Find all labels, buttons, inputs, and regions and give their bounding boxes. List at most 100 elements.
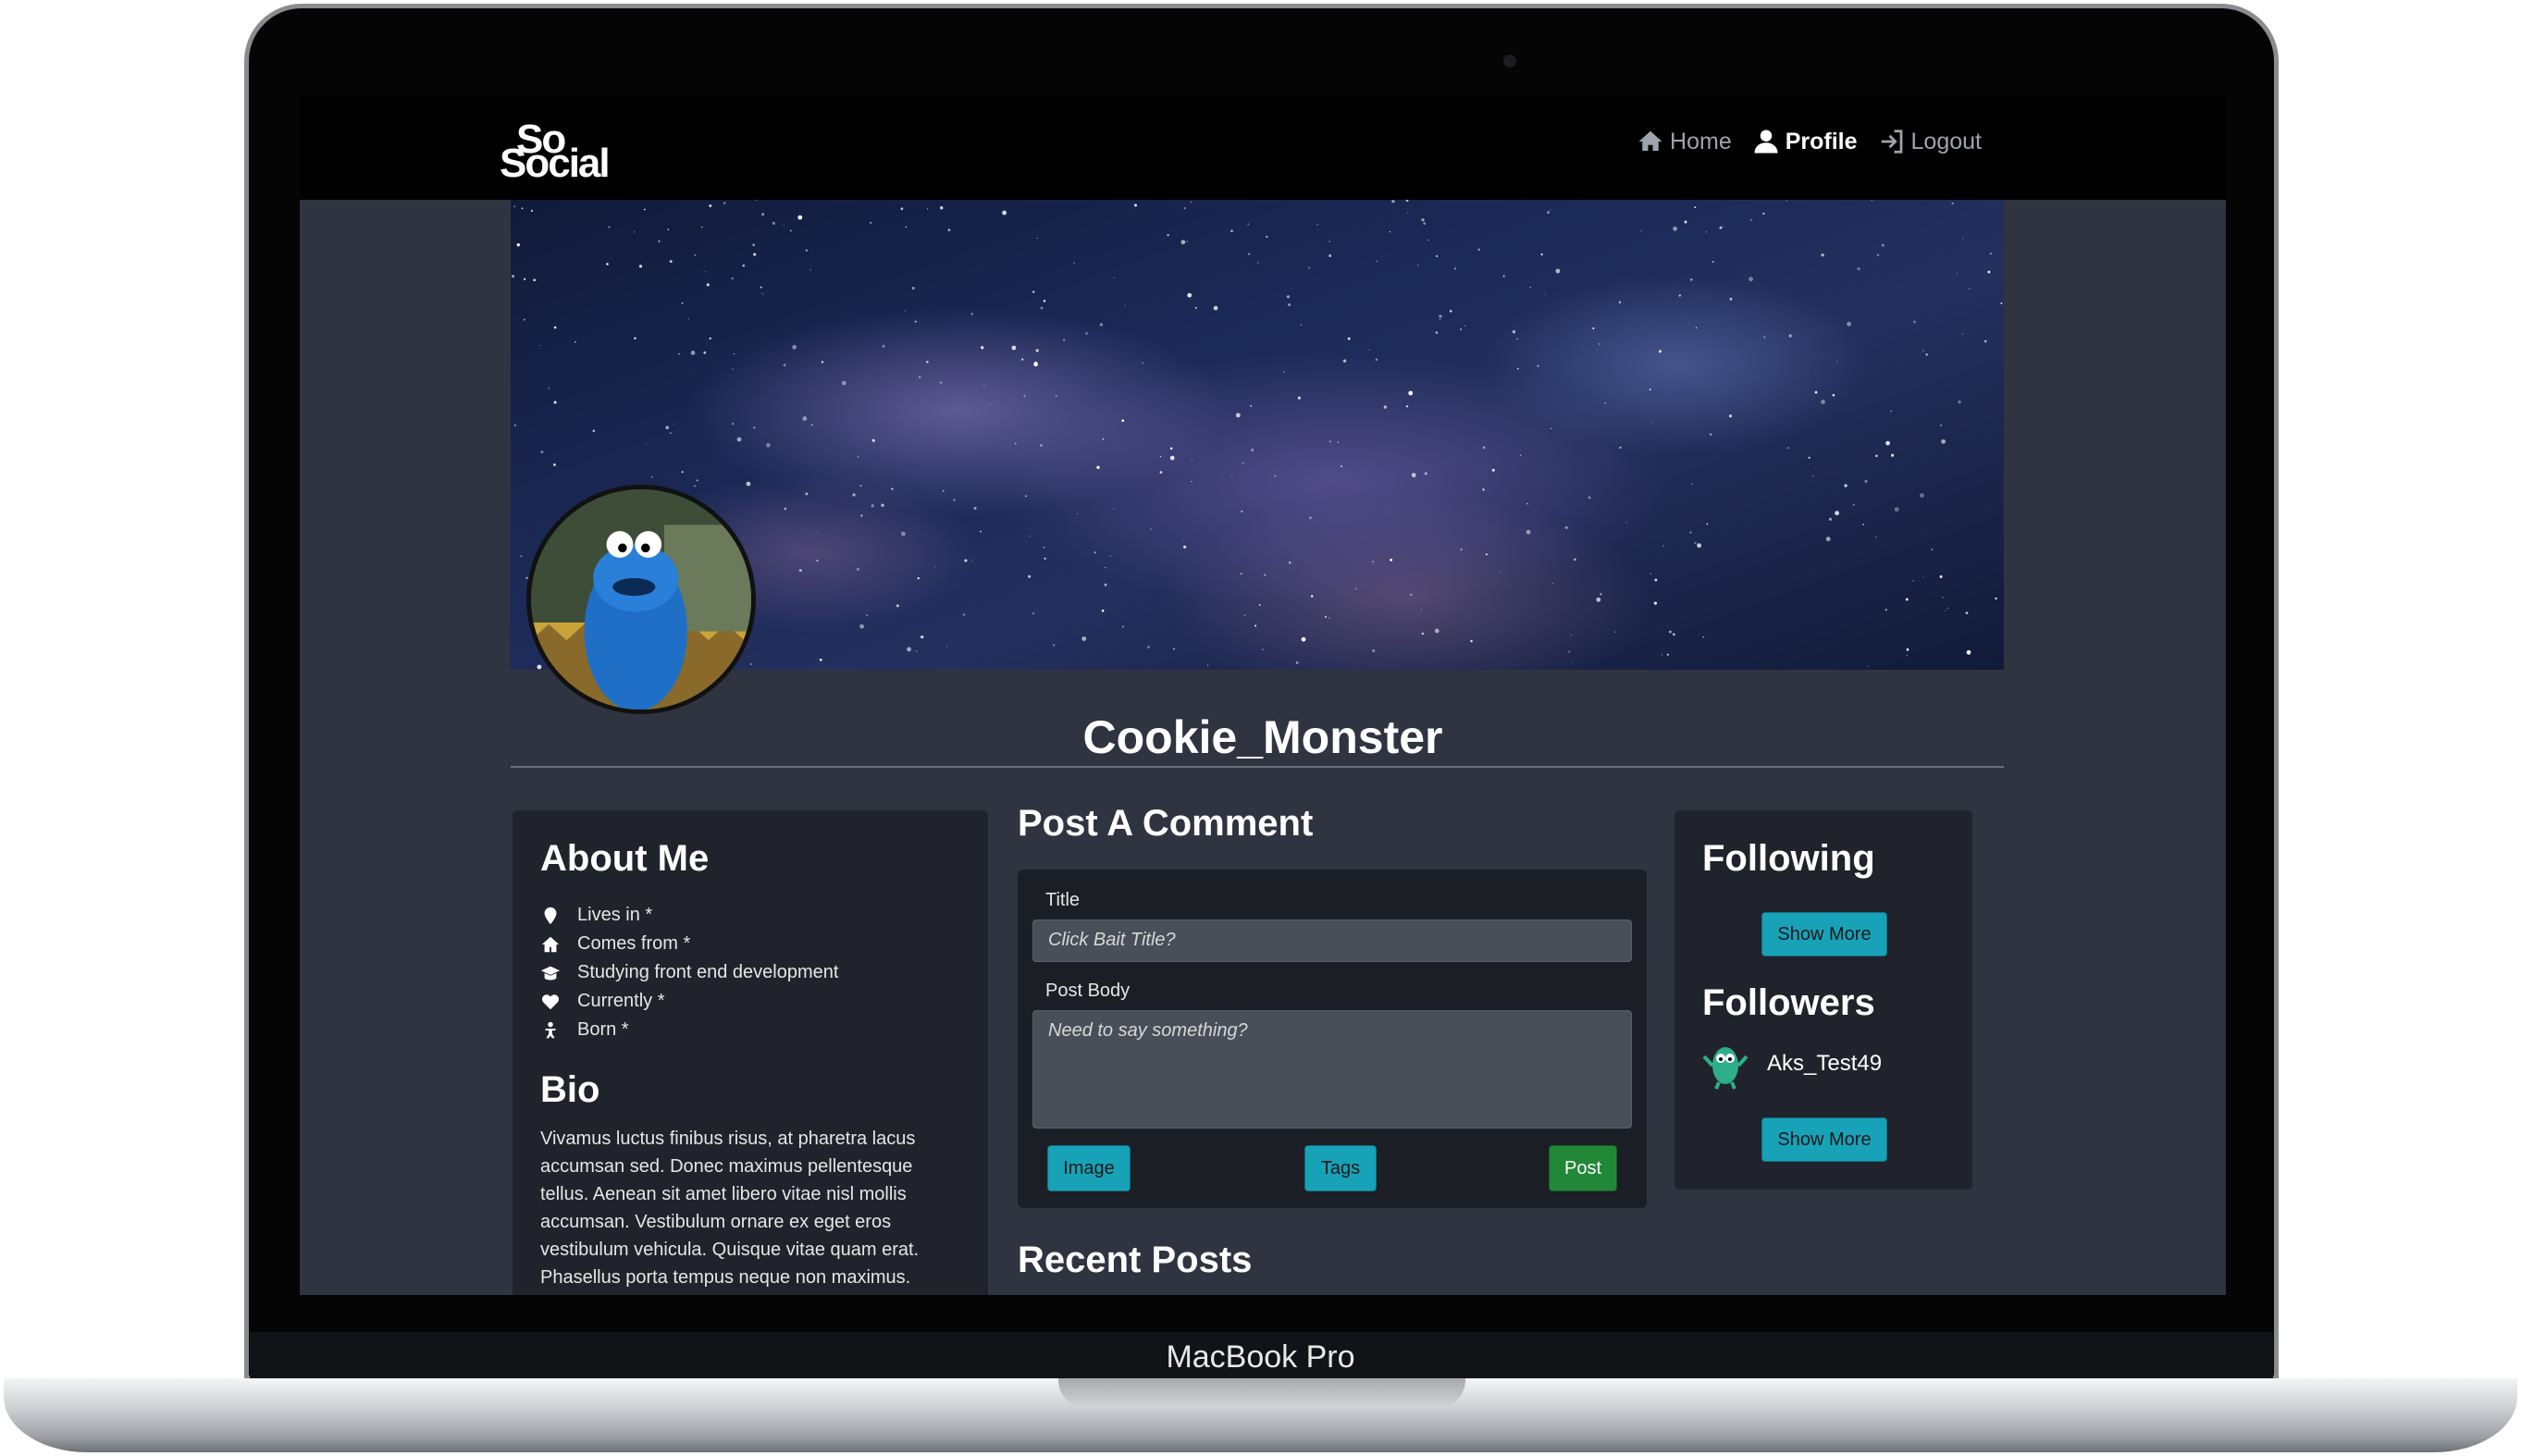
body-textarea[interactable]: Need to say something? (1032, 1010, 1632, 1129)
star (973, 506, 977, 511)
star (1694, 541, 1697, 545)
star (1411, 473, 1416, 478)
star (916, 650, 918, 652)
star (1545, 293, 1547, 295)
star (1568, 650, 1571, 653)
star (1762, 212, 1765, 215)
star (1666, 653, 1669, 656)
nav-profile-link[interactable]: Profile (1752, 128, 1858, 155)
star (1864, 479, 1868, 483)
star (1922, 350, 1924, 352)
star (1421, 218, 1425, 222)
star (1815, 468, 1817, 470)
followers-show-more-button[interactable]: Show More (1761, 1117, 1887, 1162)
follower-item[interactable]: Aks_Test49 (1702, 1038, 1882, 1090)
monster-avatar-icon (1702, 1047, 1749, 1090)
post-button[interactable]: Post (1549, 1145, 1617, 1191)
star (1512, 330, 1516, 334)
star (753, 426, 756, 429)
star (1424, 472, 1427, 475)
star (1787, 447, 1789, 449)
star (1286, 295, 1290, 299)
star (1812, 475, 1814, 476)
star (866, 614, 868, 616)
star (1946, 607, 1948, 610)
star (1931, 549, 1934, 550)
star (1868, 665, 1869, 667)
star (1055, 395, 1057, 397)
star (540, 450, 544, 454)
star (1063, 339, 1066, 341)
star (1705, 231, 1707, 233)
nav-home-link[interactable]: Home (1637, 128, 1732, 155)
logo[interactable]: So Social (498, 117, 611, 186)
star (1961, 333, 1964, 335)
star (658, 240, 661, 242)
star (1695, 327, 1698, 328)
post-section-title: Post A Comment (1018, 803, 1314, 844)
star (667, 228, 670, 230)
star (634, 337, 636, 339)
star (857, 456, 859, 458)
star (1243, 614, 1246, 616)
star (732, 423, 735, 426)
star (1668, 630, 1672, 634)
star (1248, 253, 1251, 255)
star (1316, 224, 1318, 226)
star (650, 475, 653, 478)
star (1962, 238, 1964, 240)
star (1729, 297, 1733, 301)
star (917, 576, 920, 580)
star (1094, 551, 1096, 554)
about-item-comes-from: Comes from * (540, 930, 838, 958)
star (1485, 553, 1488, 556)
star (870, 221, 872, 224)
nav-logout-link[interactable]: Logout (1878, 128, 1982, 155)
star (1722, 226, 1724, 228)
star (772, 221, 776, 226)
star (538, 344, 540, 346)
star (805, 249, 808, 252)
star (1678, 294, 1682, 297)
star (687, 318, 689, 320)
star (1828, 517, 1833, 521)
title-input[interactable]: Click Bait Title? (1032, 919, 1632, 962)
star (1987, 270, 1991, 274)
nav-links: Home Profile Logout (1637, 128, 1982, 155)
star (1669, 656, 1671, 658)
avatar[interactable] (526, 485, 756, 714)
star (1712, 261, 1714, 263)
star (1719, 226, 1723, 229)
star (1491, 468, 1495, 472)
star (925, 360, 929, 364)
star (1109, 555, 1111, 558)
star (1654, 578, 1658, 582)
star (1183, 207, 1186, 210)
star (665, 426, 669, 429)
star (1150, 528, 1152, 530)
star (1596, 597, 1601, 602)
following-show-more-button[interactable]: Show More (1761, 912, 1887, 956)
star (1182, 545, 1187, 549)
star (1832, 393, 1835, 397)
image-button[interactable]: Image (1047, 1145, 1131, 1191)
star (694, 253, 697, 256)
star (1194, 306, 1197, 309)
star (548, 388, 550, 389)
star (1983, 339, 1987, 343)
star (736, 437, 742, 442)
star (1355, 587, 1357, 590)
star (1028, 574, 1032, 578)
star (798, 569, 802, 573)
star (677, 352, 680, 355)
star (1264, 574, 1267, 576)
about-item-currently: Currently * (540, 987, 838, 1016)
star (1653, 601, 1657, 605)
star (2000, 302, 2003, 304)
star (1391, 200, 1395, 204)
tags-button[interactable]: Tags (1304, 1145, 1377, 1191)
star (1043, 300, 1046, 302)
home-icon (1638, 130, 1662, 151)
star (1434, 628, 1440, 634)
star (1951, 202, 1954, 204)
